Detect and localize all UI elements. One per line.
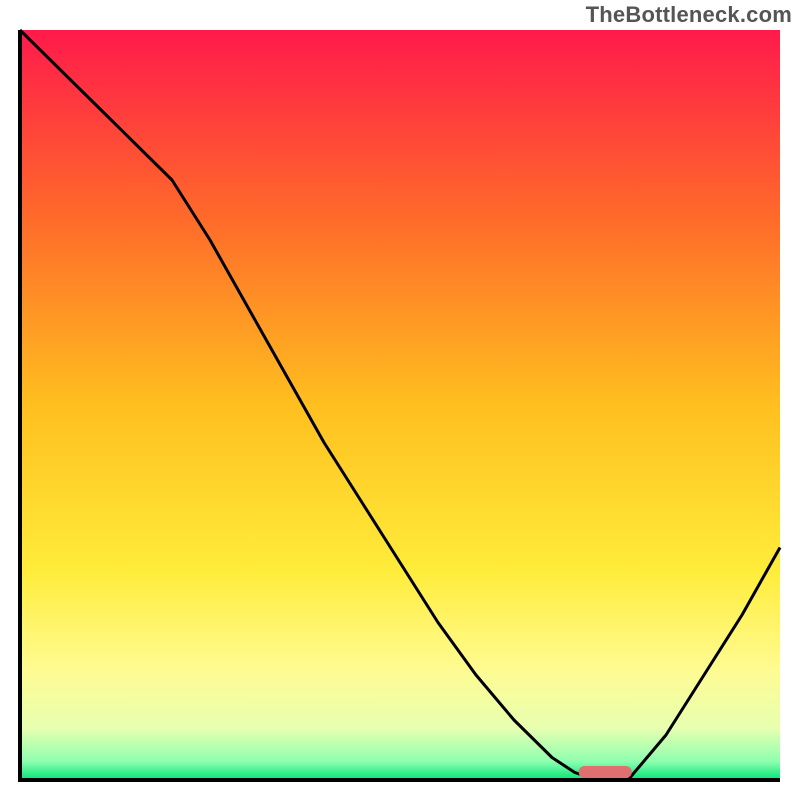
- chart-container: { "watermark": "TheBottleneck.com", "cha…: [0, 0, 800, 800]
- bottleneck-chart: [0, 0, 800, 800]
- optimal-marker: [579, 766, 632, 778]
